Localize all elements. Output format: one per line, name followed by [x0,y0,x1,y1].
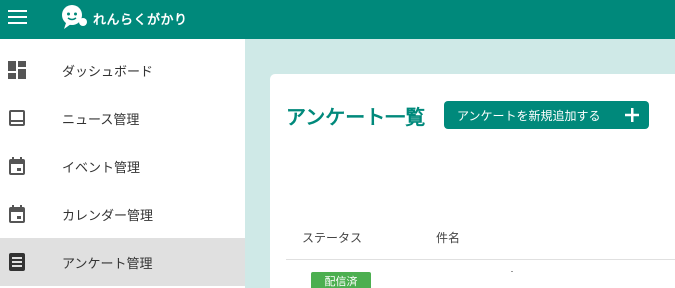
content-card: アンケート一覧 アンケートを新規追加する ステータス 件名 配信済 [270,74,675,288]
sidebar-item-calendar[interactable]: カレンダー管理 [0,190,245,238]
logo-icon [62,5,87,29]
column-header-status[interactable]: ステータス [302,229,362,246]
sidebar-item-surveys[interactable]: アンケート管理 [0,238,245,286]
sidebar-item-label: イベント管理 [62,161,141,176]
add-survey-button-label: アンケートを新規追加する [457,109,601,123]
table-cell-mark [511,271,513,272]
add-survey-button[interactable]: アンケートを新規追加する [444,101,649,129]
sidebar-item-label: ニュース管理 [62,113,140,128]
news-icon [9,110,25,126]
sidebar-item-label: カレンダー管理 [62,209,154,224]
sidebar-item-dashboard[interactable]: ダッシュボード [0,46,245,94]
app-header: れんらくがかり [0,0,675,39]
calendar-icon [9,205,25,223]
column-header-subject[interactable]: 件名 [436,229,460,246]
status-badge: 配信済 [311,272,371,288]
app-logo-text: れんらくがかり [93,13,188,28]
dashboard-icon [8,61,26,79]
sidebar-item-events[interactable]: イベント管理 [0,142,245,190]
sidebar-item-label: アンケート管理 [62,257,153,272]
hamburger-menu-icon[interactable] [8,10,27,24]
page-title: アンケート一覧 [286,105,426,129]
calendar-icon [9,157,25,175]
list-icon [9,253,25,271]
plus-icon [625,108,639,122]
sidebar-item-news[interactable]: ニュース管理 [0,94,245,142]
table-header-divider [286,259,675,260]
sidebar: ダッシュボード ニュース管理 イベント管理 カレンダー管理 アンケート管理 [0,39,245,288]
sidebar-item-label: ダッシュボード [62,65,154,80]
